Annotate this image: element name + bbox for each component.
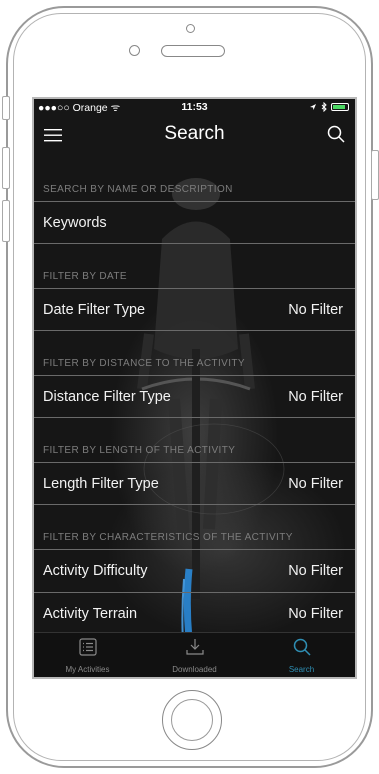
search-icon [293,638,311,656]
row-value: No Filter [288,389,343,405]
section-label: FILTER BY LENGTH OF THE ACTIVITY [43,445,236,456]
tab-downloaded[interactable]: Downloaded [141,633,248,677]
row-label: Activity Difficulty [43,563,148,579]
home-button-inner [171,699,213,741]
section-label: FILTER BY CHARACTERISTICS OF THE ACTIVIT… [43,532,293,543]
volume-up-button [2,147,10,189]
keywords-row[interactable]: Keywords [34,201,355,244]
tab-label: Search [288,665,315,674]
mute-switch [2,96,10,120]
section-label: FILTER BY DATE [43,271,127,282]
volume-down-button [2,200,10,242]
app-screen: ●●●○○ Orange ᯤ 11:53 Search SEARCH BY NA… [32,97,357,679]
tab-search[interactable]: Search [248,633,355,677]
proximity-sensor [186,24,195,33]
navigation-bar: Search [34,115,355,155]
row-label: Keywords [43,215,107,231]
search-icon[interactable] [327,125,345,143]
row-label: Distance Filter Type [43,389,171,405]
tab-bar: My Activities Downloaded Search [34,632,355,677]
section-header-length: FILTER BY LENGTH OF THE ACTIVITY [34,418,355,462]
terrain-filter-row[interactable]: Activity Terrain No Filter [34,592,355,635]
section-header-name: SEARCH BY NAME OR DESCRIPTION [34,157,355,201]
section-label: FILTER BY DISTANCE TO THE ACTIVITY [43,358,245,369]
length-filter-row[interactable]: Length Filter Type No Filter [34,462,355,505]
tab-my-activities[interactable]: My Activities [34,633,141,677]
section-header-characteristics: FILTER BY CHARACTERISTICS OF THE ACTIVIT… [34,505,355,549]
tab-label: My Activities [65,665,110,674]
battery-level [333,105,345,109]
section-label: SEARCH BY NAME OR DESCRIPTION [43,184,233,195]
bluetooth-icon [321,102,327,112]
earpiece-speaker [161,45,225,57]
location-arrow-icon [310,104,316,110]
status-icons [309,102,349,112]
distance-filter-row[interactable]: Distance Filter Type No Filter [34,375,355,418]
front-camera [129,45,140,56]
row-value: No Filter [288,606,343,622]
page-title: Search [164,123,225,144]
status-time: 11:53 [181,101,208,113]
difficulty-filter-row[interactable]: Activity Difficulty No Filter [34,549,355,592]
row-label: Length Filter Type [43,476,159,492]
status-bar: ●●●○○ Orange ᯤ 11:53 [34,99,355,115]
list-icon [78,638,97,656]
filter-list: SEARCH BY NAME OR DESCRIPTION Keywords F… [34,157,355,635]
row-value: No Filter [288,476,343,492]
section-header-distance: FILTER BY DISTANCE TO THE ACTIVITY [34,331,355,375]
row-value: No Filter [288,302,343,318]
power-button [371,150,379,200]
download-icon [185,639,204,655]
battery-icon [331,103,349,111]
row-label: Activity Terrain [43,606,138,622]
row-label: Date Filter Type [43,302,146,318]
section-header-date: FILTER BY DATE [34,244,355,288]
tab-label: Downloaded [172,665,217,674]
row-value: No Filter [288,563,343,579]
date-filter-row[interactable]: Date Filter Type No Filter [34,288,355,331]
